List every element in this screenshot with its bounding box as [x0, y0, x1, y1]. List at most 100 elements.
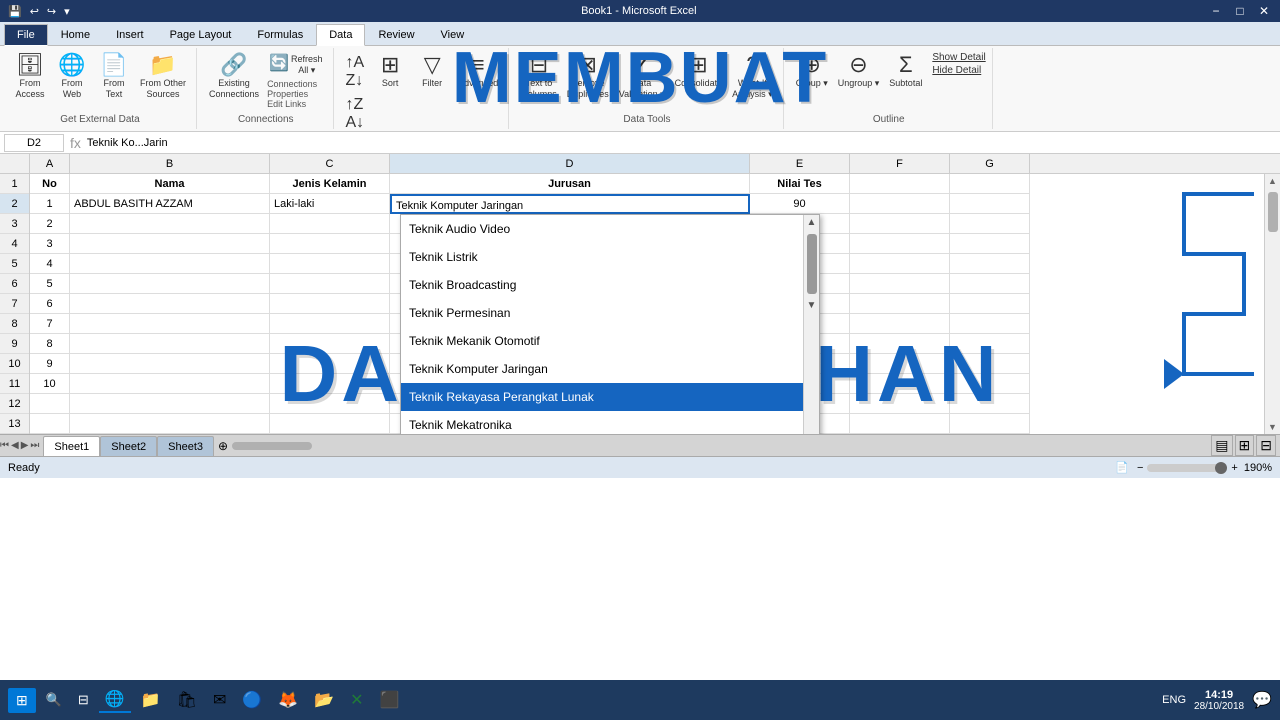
row-7[interactable]: 7 — [0, 294, 29, 314]
from-other-sources-button[interactable]: 📁 From OtherSources — [136, 52, 190, 102]
refresh-all-button[interactable]: 🔄 RefreshAll ▾ — [265, 52, 326, 78]
cell-g13[interactable] — [950, 414, 1030, 434]
insert-sheet-button[interactable]: ⊕ — [218, 439, 228, 453]
scroll-down-button[interactable]: ▼ — [1266, 420, 1279, 434]
cell-a2[interactable]: 1 — [30, 194, 70, 214]
dropdown-item-6[interactable]: Teknik Rekayasa Perangkat Lunak — [401, 383, 819, 411]
cell-g4[interactable] — [950, 234, 1030, 254]
zoom-slider-thumb[interactable] — [1215, 462, 1227, 474]
cell-g10[interactable] — [950, 354, 1030, 374]
cell-a1[interactable]: No — [30, 174, 70, 194]
cell-g1[interactable] — [950, 174, 1030, 194]
cell-f10[interactable] — [850, 354, 950, 374]
cell-f5[interactable] — [850, 254, 950, 274]
col-header-g[interactable]: G — [950, 154, 1030, 173]
cell-g3[interactable] — [950, 214, 1030, 234]
data-validation-button[interactable]: ✓ DataValidation ▾ — [615, 52, 669, 102]
cell-f2[interactable] — [850, 194, 950, 214]
cell-b8[interactable] — [70, 314, 270, 334]
subtotal-button[interactable]: Σ Subtotal — [885, 52, 926, 91]
row-13[interactable]: 13 — [0, 414, 29, 434]
row-12[interactable]: 12 — [0, 394, 29, 414]
zoom-slider[interactable] — [1147, 464, 1227, 472]
taskbar-ie-button[interactable]: 🌐 — [99, 687, 131, 713]
group-button[interactable]: ⊕ Group ▾ — [792, 52, 832, 91]
cell-f13[interactable] — [850, 414, 950, 434]
from-access-button[interactable]: 🗄 FromAccess — [10, 52, 50, 102]
notification-button[interactable]: 💬 — [1252, 690, 1272, 710]
scroll-thumb[interactable] — [807, 234, 817, 294]
cell-f9[interactable] — [850, 334, 950, 354]
cell-c13[interactable] — [270, 414, 390, 434]
cell-f11[interactable] — [850, 374, 950, 394]
tab-home[interactable]: Home — [48, 23, 103, 45]
tab-formulas[interactable]: Formulas — [244, 23, 316, 45]
cell-c3[interactable] — [270, 214, 390, 234]
row-1[interactable]: 1 — [0, 174, 29, 194]
taskbar-excel-button[interactable]: ✕ — [344, 688, 369, 712]
dropdown-scrollbar[interactable]: ▲ ▼ — [803, 215, 819, 434]
zoom-out-button[interactable]: − — [1137, 462, 1143, 474]
row-2[interactable]: 2 — [0, 194, 29, 214]
taskbar-firefox-button[interactable]: 🦊 — [272, 688, 304, 712]
taskbar-folder-button[interactable]: 📂 — [308, 688, 340, 712]
start-button[interactable]: ⊞ — [8, 688, 36, 713]
cell-g12[interactable] — [950, 394, 1030, 414]
taskbar-explorer-button[interactable]: 📁 — [135, 688, 167, 712]
sort-button[interactable]: ⊞ Sort — [370, 52, 410, 91]
cell-a4[interactable]: 3 — [30, 234, 70, 254]
sort-asc-button[interactable]: ↑AZ↓ — [342, 52, 369, 92]
remove-duplicates-button[interactable]: ⊠ RemoveDuplicates — [563, 52, 613, 102]
cell-c10[interactable] — [270, 354, 390, 374]
sheet-nav-next[interactable]: ▶ — [21, 440, 29, 451]
col-header-e[interactable]: E — [750, 154, 850, 173]
cell-f6[interactable] — [850, 274, 950, 294]
minimize-button[interactable]: − — [1208, 4, 1224, 18]
what-if-button[interactable]: ? What-IfAnalysis ▾ — [728, 52, 777, 102]
close-button[interactable]: ✕ — [1256, 4, 1272, 18]
sheet-tab-1[interactable]: Sheet1 — [43, 436, 100, 456]
cell-g2[interactable] — [950, 194, 1030, 214]
dropdown-item-5[interactable]: Teknik Komputer Jaringan — [401, 355, 819, 383]
scroll-down-arrow[interactable]: ▼ — [805, 298, 819, 313]
sheet-tab-2[interactable]: Sheet2 — [100, 436, 157, 456]
cell-g7[interactable] — [950, 294, 1030, 314]
dropdown-item-2[interactable]: Teknik Broadcasting — [401, 271, 819, 299]
vertical-scrollbar[interactable]: ▲ ▼ — [1264, 174, 1280, 434]
tab-page-layout[interactable]: Page Layout — [157, 23, 245, 45]
row-9[interactable]: 9 — [0, 334, 29, 354]
quick-access-redo[interactable]: ↪ — [47, 5, 56, 18]
cell-a8[interactable]: 7 — [30, 314, 70, 334]
cell-b10[interactable] — [70, 354, 270, 374]
dropdown-item-0[interactable]: Teknik Audio Video — [401, 215, 819, 243]
cell-c12[interactable] — [270, 394, 390, 414]
cell-a12[interactable] — [30, 394, 70, 414]
cell-c2[interactable]: Laki-laki — [270, 194, 390, 214]
row-3[interactable]: 3 — [0, 214, 29, 234]
search-button[interactable]: 🔍 — [40, 690, 68, 710]
cell-g5[interactable] — [950, 254, 1030, 274]
cell-a3[interactable]: 2 — [30, 214, 70, 234]
dropdown-item-3[interactable]: Teknik Permesinan — [401, 299, 819, 327]
cell-c4[interactable] — [270, 234, 390, 254]
from-web-button[interactable]: 🌐 FromWeb — [52, 52, 92, 102]
cell-c5[interactable] — [270, 254, 390, 274]
cell-e1[interactable]: Nilai Tes — [750, 174, 850, 194]
dropdown-item-7[interactable]: Teknik Mekatronika — [401, 411, 819, 434]
formula-input[interactable] — [87, 134, 1276, 152]
cell-g9[interactable] — [950, 334, 1030, 354]
sort-desc-button[interactable]: ↑ZA↓ — [342, 94, 369, 132]
col-header-f[interactable]: F — [850, 154, 950, 173]
tab-view[interactable]: View — [428, 23, 478, 45]
cell-a10[interactable]: 9 — [30, 354, 70, 374]
hide-detail-link[interactable]: Hide Detail — [932, 65, 985, 76]
taskbar-store-button[interactable]: 🛍 — [171, 688, 203, 712]
filter-button[interactable]: ▽ Filter — [412, 52, 452, 91]
scroll-track[interactable] — [1265, 188, 1280, 420]
maximize-button[interactable]: □ — [1232, 4, 1248, 18]
page-break-button[interactable]: ⊟ — [1256, 435, 1276, 456]
cell-g8[interactable] — [950, 314, 1030, 334]
tab-file[interactable]: File — [4, 24, 48, 46]
sheet-nav-last[interactable]: ⏭ — [30, 440, 39, 451]
existing-connections-button[interactable]: 🔗 ExistingConnections — [205, 52, 263, 109]
